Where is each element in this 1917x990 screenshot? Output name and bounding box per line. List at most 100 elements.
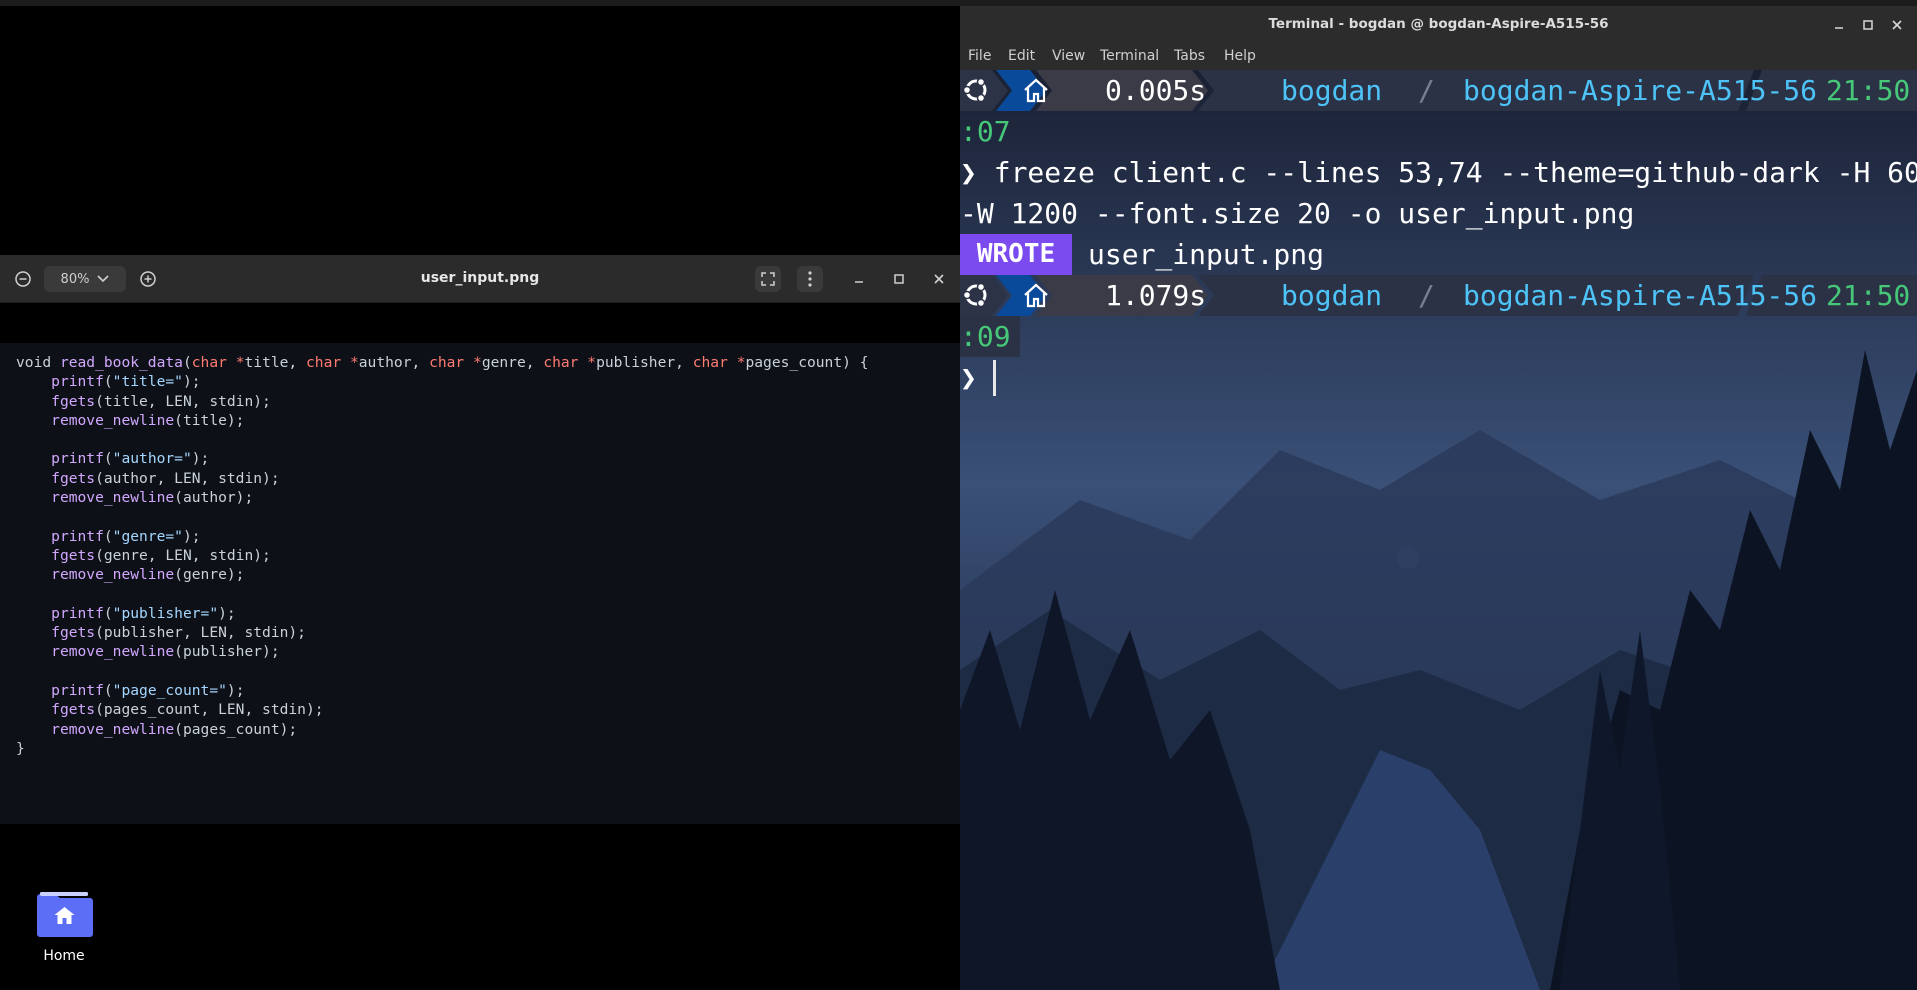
terminal-minimize-button[interactable]	[1830, 16, 1848, 34]
prompt-time-seconds: :09	[960, 320, 1011, 353]
home-icon	[1024, 78, 1048, 103]
zoom-level-select[interactable]: 80%	[44, 266, 126, 292]
maximize-icon	[1863, 20, 1873, 30]
code-token: (publisher, LEN, stdin);	[95, 624, 306, 642]
code-token: char	[543, 354, 579, 371]
output-line: WROTE user_input.png	[960, 234, 1917, 275]
code-token: *	[235, 354, 245, 371]
menu-edit[interactable]: Edit	[1008, 42, 1035, 70]
menu-view[interactable]: View	[1052, 42, 1085, 70]
code-token: (	[103, 604, 113, 622]
code-line: printf("page_count=");	[16, 681, 869, 700]
code-token: (title, LEN, stdin);	[95, 392, 271, 410]
command-line-2: -W 1200 --font.size 20 -o user_input.png	[960, 197, 1635, 230]
code-line: printf("author=");	[16, 449, 869, 468]
prompt-line-2: 1.079s bogdan / bogdan-Aspire-A515-56 21…	[960, 275, 1917, 316]
displayed-image: void read_book_data(char *title, char *a…	[0, 343, 960, 824]
ubuntu-icon	[962, 282, 987, 308]
code-token: fgets	[51, 701, 96, 719]
code-token: printf	[51, 373, 104, 391]
code-token: read_book_data	[59, 354, 183, 371]
code-line: printf("publisher=");	[16, 604, 869, 623]
code-token: publisher,	[596, 354, 693, 371]
minimize-icon	[855, 281, 863, 283]
zoom-in-button[interactable]	[135, 266, 161, 292]
code-snippet: void read_book_data(char *title, char *a…	[16, 353, 869, 758]
code-token: char	[692, 354, 728, 371]
wrote-filename: user_input.png	[1088, 238, 1325, 271]
code-token: *	[587, 354, 597, 371]
terminal-close-button[interactable]	[1888, 16, 1906, 34]
prompt-host: bogdan-Aspire-A515-56	[1463, 279, 1818, 312]
code-line: remove_newline(title);	[16, 411, 869, 430]
wrote-badge: WROTE	[960, 234, 1072, 275]
code-token: char	[306, 354, 342, 371]
home-icon	[1024, 283, 1048, 308]
code-token: *	[349, 354, 359, 371]
code-line: fgets(publisher, LEN, stdin);	[16, 623, 869, 642]
prompt-time-wrap-1: :07	[960, 111, 1061, 152]
code-line: remove_newline(genre);	[16, 565, 869, 584]
code-token: fgets	[51, 469, 96, 487]
menu-tabs[interactable]: Tabs	[1174, 42, 1205, 70]
fullscreen-button[interactable]	[755, 266, 781, 292]
code-line: remove_newline(publisher);	[16, 642, 869, 661]
code-token: remove_newline	[51, 643, 175, 661]
close-icon	[1892, 20, 1902, 30]
prompt-time-seconds: :07	[960, 115, 1011, 148]
code-line: void read_book_data(char *title, char *a…	[16, 353, 869, 372]
prompt-user: bogdan	[1281, 74, 1383, 107]
menu-file[interactable]: File	[968, 42, 991, 70]
menu-help[interactable]: Help	[1224, 42, 1256, 70]
prompt-duration: 0.005s	[1105, 74, 1207, 107]
zoom-out-button[interactable]	[10, 266, 36, 292]
code-token: printf	[51, 450, 104, 468]
command-line-1: ❯ freeze client.c --lines 53,74 --theme=…	[960, 156, 1917, 189]
code-token: "page_count="	[112, 682, 227, 700]
terminal-maximize-button[interactable]	[1859, 16, 1877, 34]
maximize-button[interactable]	[886, 266, 912, 292]
terminal-body[interactable]: 0.005s bogdan / bogdan-Aspire-A515-56 21…	[960, 70, 1917, 990]
code-token: pages_count) {	[745, 354, 869, 371]
menu-button[interactable]	[797, 266, 823, 292]
code-token: remove_newline	[51, 566, 175, 584]
code-token: char	[191, 354, 227, 371]
input-line[interactable]: ❯	[960, 357, 1917, 398]
close-button[interactable]	[926, 266, 952, 292]
code-line: fgets(genre, LEN, stdin);	[16, 546, 869, 565]
code-line: ​	[16, 430, 869, 449]
prompt-line-1: 0.005s bogdan / bogdan-Aspire-A515-56 21…	[960, 70, 1917, 111]
maximize-icon	[894, 274, 904, 284]
code-token: (publisher);	[174, 643, 280, 661]
prompt-user: bogdan	[1281, 279, 1383, 312]
code-token: remove_newline	[51, 720, 175, 738]
menu-terminal[interactable]: Terminal	[1100, 42, 1159, 70]
code-token: "author="	[112, 450, 192, 468]
code-token: printf	[51, 682, 104, 700]
viewer-header: 80% user_input.png	[0, 255, 960, 303]
code-line: ​	[16, 585, 869, 604]
home-label: Home	[43, 948, 85, 964]
code-line: printf("title=");	[16, 372, 869, 391]
code-line: fgets(title, LEN, stdin);	[16, 392, 869, 411]
code-token: (title);	[174, 411, 245, 429]
terminal-window: Terminal - bogdan @ bogdan-Aspire-A515-5…	[960, 6, 1917, 990]
fullscreen-icon	[761, 272, 775, 286]
code-token: fgets	[51, 546, 96, 564]
input-prompt-symbol: ❯	[960, 361, 977, 394]
prompt-time: 21:50	[1826, 74, 1911, 107]
code-token: fgets	[51, 624, 96, 642]
code-line: printf("genre=");	[16, 527, 869, 546]
minimize-button[interactable]	[846, 266, 872, 292]
code-token: "title="	[112, 373, 183, 391]
